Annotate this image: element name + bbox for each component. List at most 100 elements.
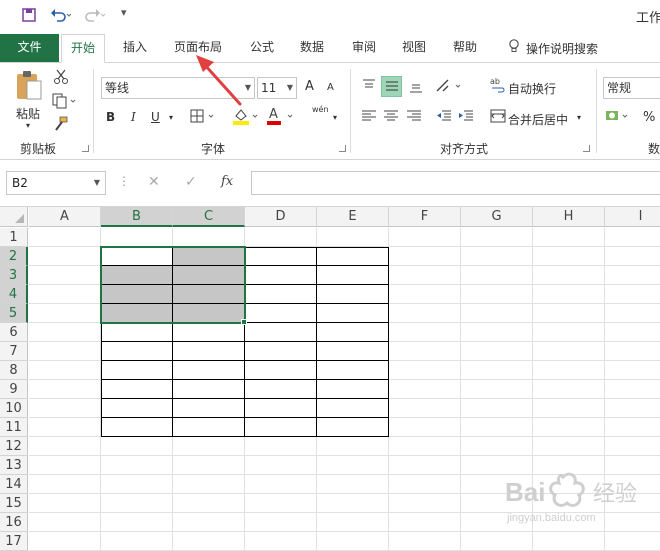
- enter-icon[interactable]: ✓: [185, 174, 197, 190]
- phonetic-button[interactable]: wén: [312, 105, 329, 114]
- cell-c9[interactable]: [173, 380, 245, 399]
- cell-a6[interactable]: [29, 323, 101, 342]
- cell-b12[interactable]: [101, 437, 173, 456]
- wrap-text-button[interactable]: 自动换行: [508, 80, 556, 97]
- tab-data[interactable]: 数据: [294, 34, 330, 62]
- cell-f9[interactable]: [389, 380, 461, 399]
- paste-icon[interactable]: [14, 69, 44, 101]
- font-color-icon[interactable]: A: [266, 107, 298, 129]
- column-header-a[interactable]: A: [29, 207, 101, 227]
- cell-h3[interactable]: [533, 266, 605, 285]
- cell-d7[interactable]: [245, 342, 317, 361]
- cell-f8[interactable]: [389, 361, 461, 380]
- column-header-c[interactable]: C: [173, 207, 245, 227]
- cell-c7[interactable]: [173, 342, 245, 361]
- cell-h17[interactable]: [533, 532, 605, 551]
- clipboard-launcher-icon[interactable]: [82, 145, 89, 152]
- cell-e17[interactable]: [317, 532, 389, 551]
- cell-g8[interactable]: [461, 361, 533, 380]
- cell-h8[interactable]: [533, 361, 605, 380]
- cell-f7[interactable]: [389, 342, 461, 361]
- cell-e3[interactable]: [317, 266, 389, 285]
- column-header-f[interactable]: F: [389, 207, 461, 227]
- cell-d11[interactable]: [245, 418, 317, 437]
- cell-a9[interactable]: [29, 380, 101, 399]
- bold-button[interactable]: B: [106, 110, 115, 124]
- cell-g3[interactable]: [461, 266, 533, 285]
- cell-d13[interactable]: [245, 456, 317, 475]
- percent-button[interactable]: %: [643, 110, 655, 125]
- row-header-12[interactable]: 12: [0, 437, 28, 456]
- redo-icon[interactable]: [85, 8, 107, 26]
- cell-c8[interactable]: [173, 361, 245, 380]
- cell-c2[interactable]: [173, 247, 245, 266]
- shrink-font-button[interactable]: A: [327, 82, 334, 93]
- cell-f1[interactable]: [389, 228, 461, 247]
- cell-b4[interactable]: [101, 285, 173, 304]
- row-header-15[interactable]: 15: [0, 494, 28, 513]
- row-header-3[interactable]: 3: [0, 266, 28, 285]
- cell-c15[interactable]: [173, 494, 245, 513]
- formula-input[interactable]: [251, 171, 660, 195]
- cell-a17[interactable]: [29, 532, 101, 551]
- increase-indent-icon[interactable]: [456, 108, 476, 128]
- tab-formulas[interactable]: 公式: [244, 34, 280, 62]
- cell-i9[interactable]: [605, 380, 660, 399]
- cell-d9[interactable]: [245, 380, 317, 399]
- customize-qat-icon[interactable]: ▾: [121, 6, 127, 19]
- cell-h14[interactable]: [533, 475, 605, 494]
- cell-i6[interactable]: [605, 323, 660, 342]
- cell-a11[interactable]: [29, 418, 101, 437]
- row-header-10[interactable]: 10: [0, 399, 28, 418]
- cell-i8[interactable]: [605, 361, 660, 380]
- cell-f10[interactable]: [389, 399, 461, 418]
- cell-c5[interactable]: [173, 304, 245, 323]
- cell-b1[interactable]: [101, 228, 173, 247]
- row-header-6[interactable]: 6: [0, 323, 28, 342]
- align-left-icon[interactable]: [359, 108, 379, 128]
- cell-c14[interactable]: [173, 475, 245, 494]
- cell-b6[interactable]: [101, 323, 173, 342]
- cell-g11[interactable]: [461, 418, 533, 437]
- cell-i12[interactable]: [605, 437, 660, 456]
- copy-icon[interactable]: [52, 93, 78, 113]
- column-header-i[interactable]: I: [605, 207, 660, 227]
- row-header-14[interactable]: 14: [0, 475, 28, 494]
- cell-e12[interactable]: [317, 437, 389, 456]
- cell-e9[interactable]: [317, 380, 389, 399]
- insert-function-button[interactable]: fx: [221, 174, 233, 189]
- cell-f17[interactable]: [389, 532, 461, 551]
- tab-file[interactable]: 文件: [0, 34, 59, 62]
- column-header-g[interactable]: G: [461, 207, 533, 227]
- cell-f16[interactable]: [389, 513, 461, 532]
- cell-e16[interactable]: [317, 513, 389, 532]
- cell-a5[interactable]: [29, 304, 101, 323]
- cell-h2[interactable]: [533, 247, 605, 266]
- cell-d12[interactable]: [245, 437, 317, 456]
- paste-button[interactable]: 粘贴: [16, 105, 40, 122]
- cell-g2[interactable]: [461, 247, 533, 266]
- cell-h5[interactable]: [533, 304, 605, 323]
- cell-d2[interactable]: [245, 247, 317, 266]
- fill-handle[interactable]: [241, 319, 247, 325]
- cell-d15[interactable]: [245, 494, 317, 513]
- row-header-9[interactable]: 9: [0, 380, 28, 399]
- number-format-select[interactable]: 常规: [603, 77, 660, 99]
- row-header-5[interactable]: 5: [0, 304, 28, 323]
- cell-h13[interactable]: [533, 456, 605, 475]
- cell-a1[interactable]: [29, 228, 101, 247]
- cell-a2[interactable]: [29, 247, 101, 266]
- accounting-format-icon[interactable]: [605, 108, 633, 128]
- cell-c12[interactable]: [173, 437, 245, 456]
- cell-i7[interactable]: [605, 342, 660, 361]
- row-header-11[interactable]: 11: [0, 418, 28, 437]
- cell-i10[interactable]: [605, 399, 660, 418]
- format-painter-icon[interactable]: [52, 116, 70, 136]
- cell-e14[interactable]: [317, 475, 389, 494]
- font-launcher-icon[interactable]: [339, 145, 346, 152]
- cell-a10[interactable]: [29, 399, 101, 418]
- cancel-icon[interactable]: ✕: [148, 174, 160, 190]
- alignment-launcher-icon[interactable]: [583, 145, 590, 152]
- cell-i5[interactable]: [605, 304, 660, 323]
- cell-d5[interactable]: [245, 304, 317, 323]
